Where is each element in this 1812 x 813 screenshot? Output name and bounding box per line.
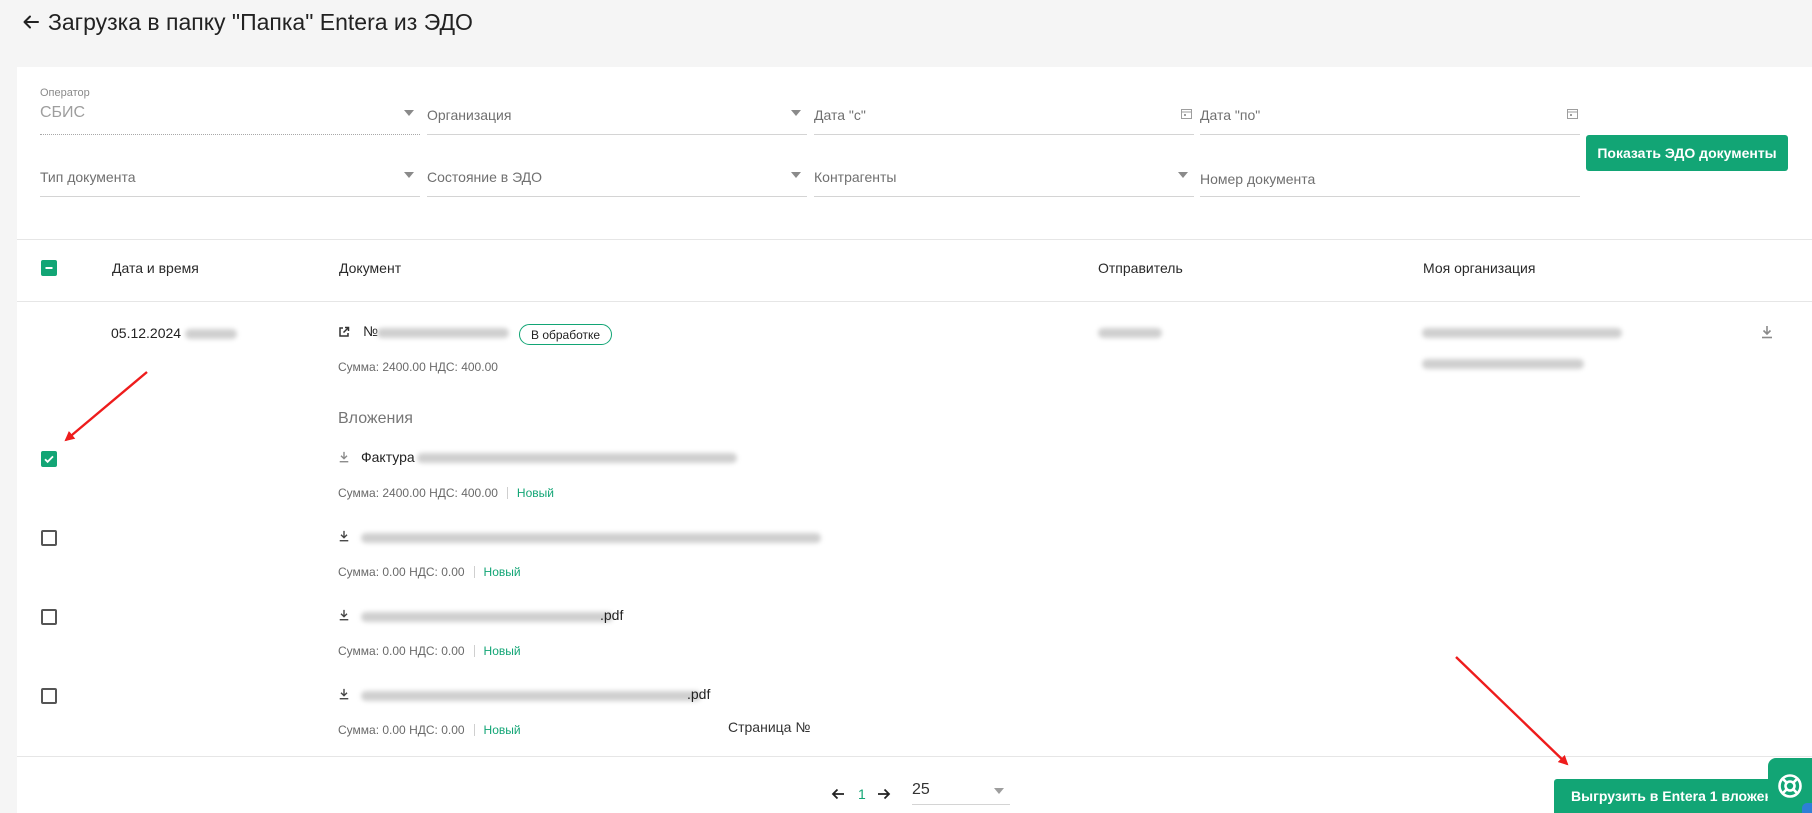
document-sum: Сумма: 2400.00 НДС: 400.00 [338,360,498,374]
document-number-prefix[interactable]: № [363,323,378,339]
organization-select[interactable]: Организация [427,85,807,135]
divider [17,239,1812,240]
attachment-meta: Сумма: 0.00 НДС: 0.00 Новый [338,644,521,658]
column-header-date[interactable]: Дата и время [112,260,199,276]
divider [17,756,1812,757]
pagination-current-page[interactable]: 1 [858,786,866,802]
redacted-attachment-name [361,533,821,543]
open-external-icon[interactable] [337,325,351,339]
redacted-document-number [377,328,509,338]
attachment-meta: Сумма: 0.00 НДС: 0.00 Новый [338,723,521,737]
calendar-icon[interactable] [1181,106,1192,124]
doc-number-label: Номер документа [1200,171,1316,187]
chevron-down-icon [1178,172,1188,178]
operator-select[interactable]: Оператор СБИС [40,85,420,135]
operator-label: Оператор [40,87,90,99]
attachment-sum: Сумма: 0.00 НДС: 0.00 [338,644,465,658]
attachment-name[interactable]: .pdf [687,686,710,702]
attachment-meta: Сумма: 0.00 НДС: 0.00 Новый [338,565,521,579]
doc-number-field[interactable]: Номер документа [1200,147,1580,197]
redacted-attachment-name [361,612,613,622]
help-widget[interactable] [1768,758,1812,813]
attachment-name[interactable]: .pdf [600,607,623,623]
date-from-field[interactable]: Дата "с" [814,85,1194,135]
arrow-right-icon[interactable] [876,786,892,802]
redacted-attachment-name [417,453,737,463]
attachment-name[interactable]: Фактура [361,449,415,465]
doc-type-select[interactable]: Тип документа [40,147,420,197]
show-edo-documents-button[interactable]: Показать ЭДО документы [1586,135,1788,171]
attachment-status: Новый [483,723,521,737]
download-icon[interactable] [337,529,351,543]
divider [473,724,475,736]
status-dot [1802,803,1812,813]
attachment-sum: Сумма: 0.00 НДС: 0.00 [338,565,465,579]
attachment-checkbox[interactable] [41,530,57,546]
attachment-status: Новый [516,486,554,500]
arrow-left-icon[interactable] [830,786,846,802]
date-to-field[interactable]: Дата "по" [1200,85,1580,135]
attachment-status: Новый [483,565,521,579]
column-header-sender[interactable]: Отправитель [1098,260,1183,276]
redacted-my-organization-inn [1422,359,1584,369]
column-header-my-organization[interactable]: Моя организация [1423,260,1535,276]
download-icon[interactable] [337,687,351,701]
redacted-time [185,329,237,339]
attachment-checkbox[interactable] [41,688,57,704]
attachment-sum: Сумма: 0.00 НДС: 0.00 [338,723,465,737]
attachment-status: Новый [483,644,521,658]
main-card: Оператор СБИС Организация Дата "с" Дата … [17,67,1812,813]
attachments-title: Вложения [338,410,413,427]
page-size-select[interactable]: 25 [912,772,1010,805]
page-size-value: 25 [912,781,930,798]
chevron-down-icon [791,110,801,116]
redacted-my-organization [1422,328,1622,338]
minus-icon [45,267,53,269]
status-badge: В обработке [519,324,613,345]
redacted-attachment-name [361,691,701,701]
download-icon[interactable] [337,608,351,622]
chevron-down-icon [791,172,801,178]
edo-state-select[interactable]: Состояние в ЭДО [427,147,807,197]
download-icon[interactable] [337,450,351,464]
counterparties-label: Контрагенты [814,169,897,185]
page-header: Загрузка в папку "Папка" Entera из ЭДО [20,8,473,36]
date-from-label: Дата "с" [814,107,866,123]
lifebuoy-icon [1778,773,1802,798]
attachment-checkbox[interactable] [41,451,57,467]
calendar-icon[interactable] [1567,106,1578,124]
download-icon[interactable] [1759,324,1775,340]
divider [473,566,475,578]
chevron-down-icon [994,788,1004,794]
attachment-sum: Сумма: 2400.00 НДС: 400.00 [338,486,498,500]
check-icon [44,455,54,464]
chevron-down-icon [404,172,414,178]
back-arrow-icon[interactable] [20,11,42,33]
counterparties-select[interactable]: Контрагенты [814,147,1194,197]
select-all-checkbox[interactable] [41,260,57,276]
page-title: Загрузка в папку "Папка" Entera из ЭДО [48,8,473,35]
divider [506,487,508,499]
divider [17,301,1812,302]
chevron-down-icon [404,110,414,116]
divider [473,645,475,657]
column-header-document[interactable]: Документ [339,260,401,276]
pagination-label: Страница № [728,719,811,735]
redacted-sender [1098,328,1162,338]
doc-type-label: Тип документа [40,169,136,185]
operator-value: СБИС [40,104,86,121]
edo-state-label: Состояние в ЭДО [427,169,543,185]
attachment-checkbox[interactable] [41,609,57,625]
document-date: 05.12.2024 [111,325,182,341]
attachment-meta: Сумма: 2400.00 НДС: 400.00 Новый [338,486,554,500]
organization-label: Организация [427,107,512,123]
date-to-label: Дата "по" [1200,107,1261,123]
